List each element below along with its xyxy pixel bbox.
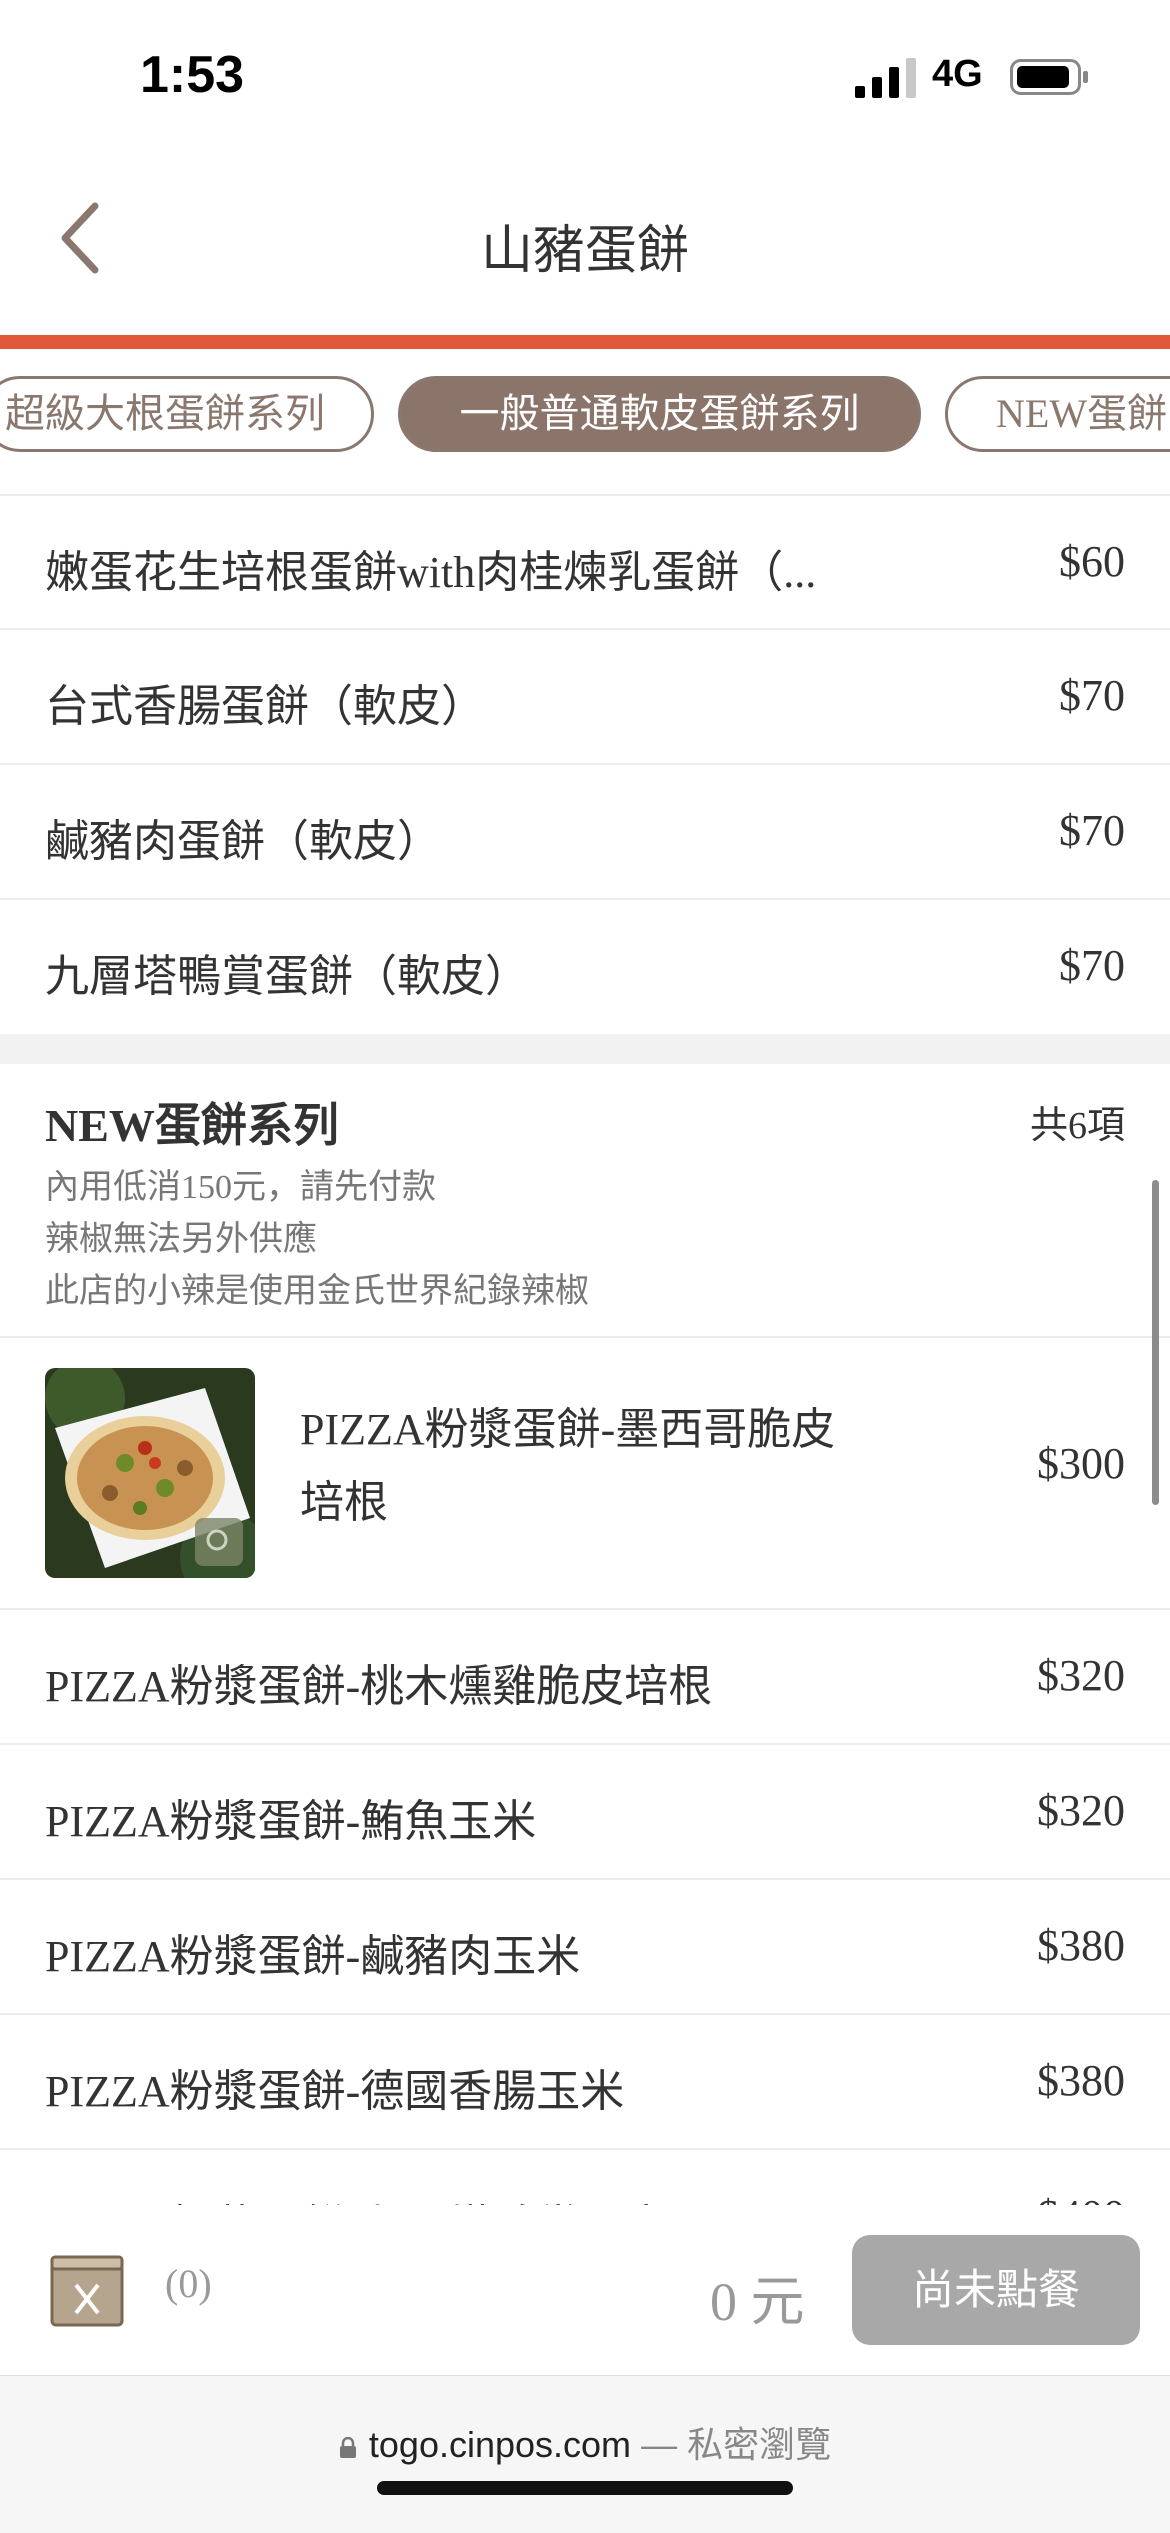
nav-header: 山豬蛋餅 [0, 150, 1170, 335]
section-note: 此店的小辣是使用金氏世界紀錄辣椒 [45, 1273, 589, 1310]
menu-item-row[interactable]: PIZZA粉漿蛋餅-鮪魚玉米 $320 [0, 1745, 1170, 1880]
lock-icon [339, 2437, 356, 2458]
network-type: 4G [932, 53, 983, 95]
menu-item-price: $300 [1037, 1439, 1125, 1488]
order-button[interactable]: 尚未點餐 [852, 2235, 1140, 2345]
menu-item-row[interactable]: 嫩蛋花生培根蛋餅with肉桂煉乳蛋餅（... $60 [0, 496, 1170, 630]
cellular-signal-icon [855, 58, 916, 98]
home-indicator[interactable] [377, 2481, 793, 2495]
status-time: 1:53 [140, 46, 245, 104]
menu-item-name: 台式香腸蛋餅（軟皮） [45, 682, 485, 731]
menu-item-price: $70 [1059, 806, 1125, 855]
menu-item-row-featured[interactable]: PIZZA粉漿蛋餅-墨西哥脆皮 培根 $300 [0, 1338, 1170, 1610]
menu-item-name: PIZZA粉漿蛋餅-德國香腸玉米 [45, 2067, 625, 2116]
category-tabs: 超級大根蛋餅系列 一般普通軟皮蛋餅系列 NEW蛋餅 [0, 349, 1170, 494]
menu-item-name: PIZZA粉漿蛋餅-桃木燻雞脆皮培根 [45, 1662, 713, 1711]
pizza-photo [45, 1368, 255, 1578]
menu-item-name: 鹹豬肉蛋餅（軟皮） [45, 817, 441, 866]
section-note: 辣椒無法另外供應 [45, 1221, 317, 1258]
menu-item-name: PIZZA粉漿蛋餅-墨西哥脆皮 [300, 1405, 836, 1454]
section-header: NEW蛋餅系列 共6項 內用低消150元，請先付款 辣椒無法另外供應 此店的小辣… [0, 1064, 1170, 1338]
browser-address-bar[interactable]: togo.cinpos.com — 私密瀏覽 [0, 2375, 1170, 2533]
menu-item-row[interactable]: PIZZA粉漿蛋餅-德國香腸玉米 $380 [0, 2015, 1170, 2150]
menu-item-price: $380 [1037, 2056, 1125, 2105]
menu-item-row[interactable]: 台式香腸蛋餅（軟皮） $70 [0, 630, 1170, 765]
tab-category-1[interactable]: 超級大根蛋餅系列 [0, 376, 374, 452]
menu-item-name: 九層塔鴨賞蛋餅（軟皮） [45, 952, 529, 1001]
menu-item-row[interactable]: 鹹豬肉蛋餅（軟皮） $70 [0, 765, 1170, 900]
menu-item-price: $380 [1037, 1921, 1125, 1970]
tab-category-2[interactable]: 一般普通軟皮蛋餅系列 [398, 376, 921, 452]
section-note: 內用低消150元，請先付款 [45, 1169, 436, 1206]
menu-item-price: $320 [1037, 1651, 1125, 1700]
url-line[interactable]: togo.cinpos.com — 私密瀏覽 [0, 2416, 1170, 2468]
section-item-count: 共6項 [1029, 1105, 1125, 1147]
accent-bar [0, 335, 1170, 349]
menu-item-price: $60 [1059, 537, 1125, 586]
menu-item-name: PIZZA粉漿蛋餅-鮪魚玉米 [45, 1797, 537, 1846]
menu-item-price: $70 [1059, 671, 1125, 720]
menu-item-row[interactable]: PIZZA粉漿蛋餅-鹹豬肉玉米 $380 [0, 1880, 1170, 2015]
url-text: togo.cinpos.com [368, 2424, 632, 2465]
battery-icon [1010, 59, 1088, 95]
menu-item-price: $320 [1037, 1786, 1125, 1835]
cart-count: (0) [165, 2261, 212, 2306]
page-title: 山豬蛋餅 [480, 222, 689, 280]
menu-item-name: 嫩蛋花生培根蛋餅with肉桂煉乳蛋餅（... [45, 548, 817, 597]
scrollbar[interactable] [1152, 1180, 1159, 1505]
menu-item-name: PIZZA粉漿蛋餅-鹹豬肉玉米 [45, 1932, 581, 1981]
cart-bar: (0) 0 元 尚未點餐 [0, 2205, 1170, 2375]
private-browsing-label: — 私密瀏覽 [641, 2424, 832, 2465]
shopping-bag-icon[interactable] [50, 2255, 132, 2327]
menu-item-name-line2: 培根 [300, 1478, 388, 1527]
section-title: NEW蛋餅系列 [45, 1100, 339, 1151]
menu-item-price: $70 [1059, 941, 1125, 990]
menu-item-row[interactable]: 九層塔鴨賞蛋餅（軟皮） $70 [0, 900, 1170, 1034]
status-bar: 1:53 4G [0, 0, 1170, 150]
section-separator [0, 1034, 1170, 1064]
tab-category-3[interactable]: NEW蛋餅 [945, 376, 1170, 452]
cart-total: 0 元 [710, 2272, 805, 2332]
menu-item-row[interactable]: PIZZA粉漿蛋餅-桃木燻雞脆皮培根 $320 [0, 1610, 1170, 1745]
